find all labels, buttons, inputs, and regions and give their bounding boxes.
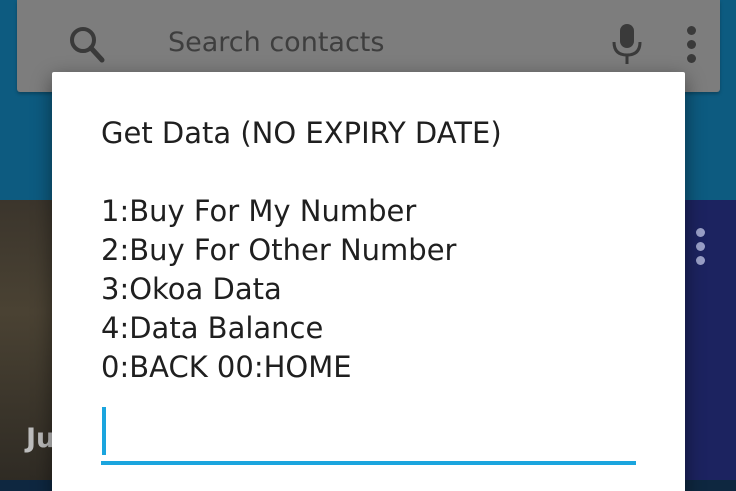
menu-option: 2:Buy For Other Number [101,233,457,267]
menu-option: 4:Data Balance [101,311,324,345]
ussd-dialog: Get Data (NO EXPIRY DATE) 1:Buy For My N… [52,72,685,491]
dialog-title: Get Data (NO EXPIRY DATE) [101,116,502,150]
reply-input[interactable] [101,405,636,465]
screen: Search contacts Ju Get Data (NO EXPIRY D… [0,0,736,491]
card-more-vert-icon[interactable] [690,226,710,266]
microphone-icon[interactable] [609,22,645,66]
text-cursor [102,407,106,455]
menu-option: 0:BACK 00:HOME [101,350,352,384]
search-input[interactable]: Search contacts [168,27,384,58]
search-icon[interactable] [67,22,107,66]
contact-card-name: Ju [26,423,56,454]
menu-option: 3:Okoa Data [101,272,282,306]
menu-option: 1:Buy For My Number [101,194,417,228]
more-vert-icon[interactable] [681,24,701,64]
